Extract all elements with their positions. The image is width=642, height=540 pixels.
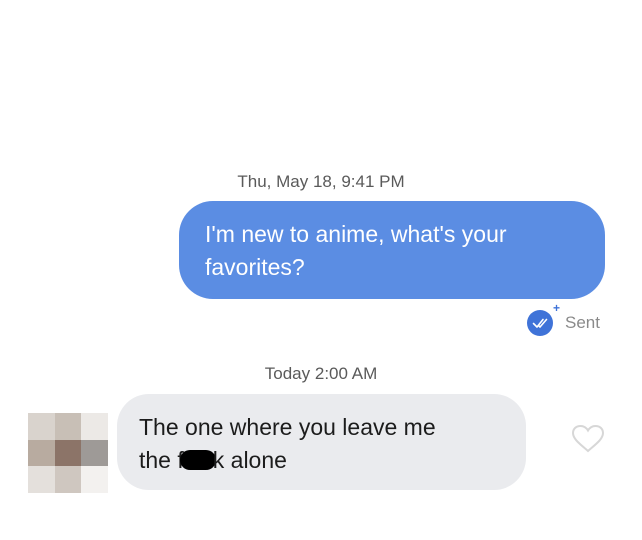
timestamp-today: Today 2:00 AM xyxy=(0,364,642,384)
outgoing-message-line-2: favorites? xyxy=(205,254,305,280)
timestamp-day: Today xyxy=(264,364,311,383)
outgoing-message-bubble[interactable]: I'm new to anime, what's your favorites? xyxy=(179,201,605,299)
heart-outline-icon[interactable] xyxy=(571,424,605,454)
plus-icon: + xyxy=(552,301,560,315)
sent-label: Sent xyxy=(565,313,600,332)
incoming-text-after-censor: k alone xyxy=(212,447,287,473)
incoming-text-before-censor: the f xyxy=(139,447,184,473)
timestamp-thu-may-18: Thu, May 18, 9:41 PM xyxy=(0,172,642,192)
timestamp-day: Thu, May 18, xyxy=(237,172,337,191)
incoming-message-line-1: The one where you leave me xyxy=(139,414,436,440)
incoming-message-line-2: the f k alone xyxy=(139,444,504,477)
incoming-message-bubble[interactable]: The one where you leave me the f k alone xyxy=(117,394,526,490)
timestamp-time: 9:41 PM xyxy=(341,172,405,191)
message-status: + Sent xyxy=(527,302,600,337)
outgoing-message-line-1: I'm new to anime, what's your xyxy=(205,221,507,247)
timestamp-time: 2:00 AM xyxy=(314,364,378,383)
censor-blot xyxy=(179,450,216,470)
check-circle-icon: + xyxy=(527,302,560,336)
avatar[interactable] xyxy=(28,413,108,493)
